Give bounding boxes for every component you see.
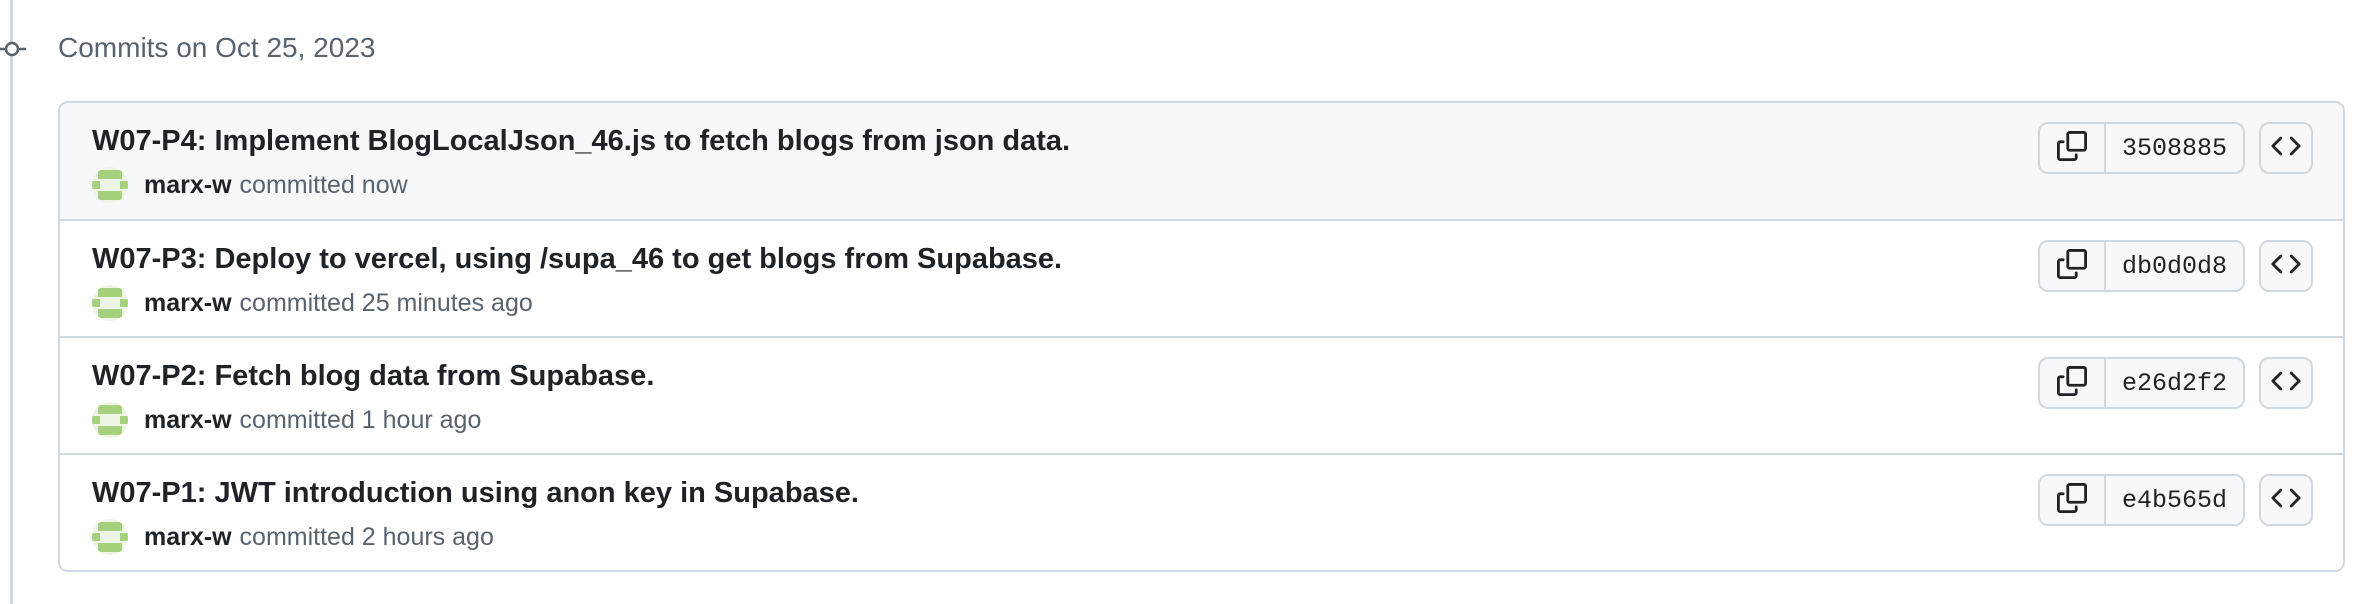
commit-row: W07-P3: Deploy to vercel, using /supa_46… <box>60 219 2343 336</box>
commit-actions: e26d2f2 <box>2037 356 2313 410</box>
commit-title-link[interactable]: W07-P4: Implement BlogLocalJson_46.js to… <box>92 121 1070 161</box>
author-name-link[interactable]: marx-w <box>144 406 232 435</box>
commit-row: W07-P2: Fetch blog data from Supabase. m… <box>60 336 2343 453</box>
commit-meta: marx-w committed 25 minutes ago <box>92 283 533 323</box>
commit-sha-link[interactable]: e26d2f2 <box>2106 359 2243 407</box>
author-avatar[interactable] <box>92 167 128 203</box>
browse-repo-at-commit-button[interactable] <box>2259 474 2313 526</box>
git-commit-icon <box>0 40 26 58</box>
committed-time-text: committed 25 minutes ago <box>239 288 533 317</box>
commit-actions: e4b565d <box>2037 473 2313 527</box>
code-icon <box>2271 131 2301 166</box>
copy-icon <box>2056 365 2087 401</box>
copy-sha-button[interactable] <box>2040 359 2106 407</box>
commit-title-link[interactable]: W07-P1: JWT introduction using anon key … <box>92 473 859 513</box>
commit-meta: marx-w committed 1 hour ago <box>92 400 481 440</box>
author-avatar[interactable] <box>92 285 128 321</box>
copy-sha-button[interactable] <box>2040 124 2106 172</box>
code-icon <box>2271 366 2301 401</box>
browse-repo-at-commit-button[interactable] <box>2259 122 2313 174</box>
commit-row: W07-P4: Implement BlogLocalJson_46.js to… <box>60 103 2343 219</box>
copy-sha-button[interactable] <box>2040 476 2106 524</box>
commit-sha-link[interactable]: db0d0d8 <box>2106 242 2243 290</box>
code-icon <box>2271 483 2301 518</box>
commit-sha-link[interactable]: 3508885 <box>2106 124 2243 172</box>
commit-actions: 3508885 <box>2037 121 2313 175</box>
commit-list: W07-P4: Implement BlogLocalJson_46.js to… <box>58 101 2345 572</box>
sha-button-group: 3508885 <box>2037 122 2245 174</box>
copy-icon <box>2056 248 2087 284</box>
author-name-link[interactable]: marx-w <box>144 289 232 318</box>
commit-title-link[interactable]: W07-P3: Deploy to vercel, using /supa_46… <box>92 239 1062 279</box>
timeline-line <box>10 0 13 604</box>
commit-group-date-header: Commits on Oct 25, 2023 <box>58 32 376 63</box>
commit-meta: marx-w committed now <box>92 165 408 205</box>
copy-sha-button[interactable] <box>2040 242 2106 290</box>
code-icon <box>2271 249 2301 284</box>
browse-repo-at-commit-button[interactable] <box>2259 240 2313 292</box>
commit-title-link[interactable]: W07-P2: Fetch blog data from Supabase. <box>92 356 654 396</box>
committed-time-text: committed 1 hour ago <box>239 405 482 434</box>
sha-button-group: db0d0d8 <box>2037 240 2245 292</box>
committed-time-text: committed 2 hours ago <box>239 522 494 551</box>
commit-meta: marx-w committed 2 hours ago <box>92 517 494 557</box>
author-avatar[interactable] <box>92 402 128 438</box>
commit-sha-link[interactable]: e4b565d <box>2106 476 2243 524</box>
commit-actions: db0d0d8 <box>2037 239 2313 293</box>
commit-row: W07-P1: JWT introduction using anon key … <box>60 453 2343 570</box>
browse-repo-at-commit-button[interactable] <box>2259 357 2313 409</box>
sha-button-group: e26d2f2 <box>2037 357 2245 409</box>
commit-history-page: Commits on Oct 25, 2023 W07-P4: Implemen… <box>0 0 2376 604</box>
committed-time-text: committed now <box>239 170 408 199</box>
copy-icon <box>2056 482 2087 518</box>
author-name-link[interactable]: marx-w <box>144 171 232 200</box>
author-avatar[interactable] <box>92 519 128 555</box>
sha-button-group: e4b565d <box>2037 474 2245 526</box>
copy-icon <box>2056 130 2087 166</box>
author-name-link[interactable]: marx-w <box>144 523 232 552</box>
